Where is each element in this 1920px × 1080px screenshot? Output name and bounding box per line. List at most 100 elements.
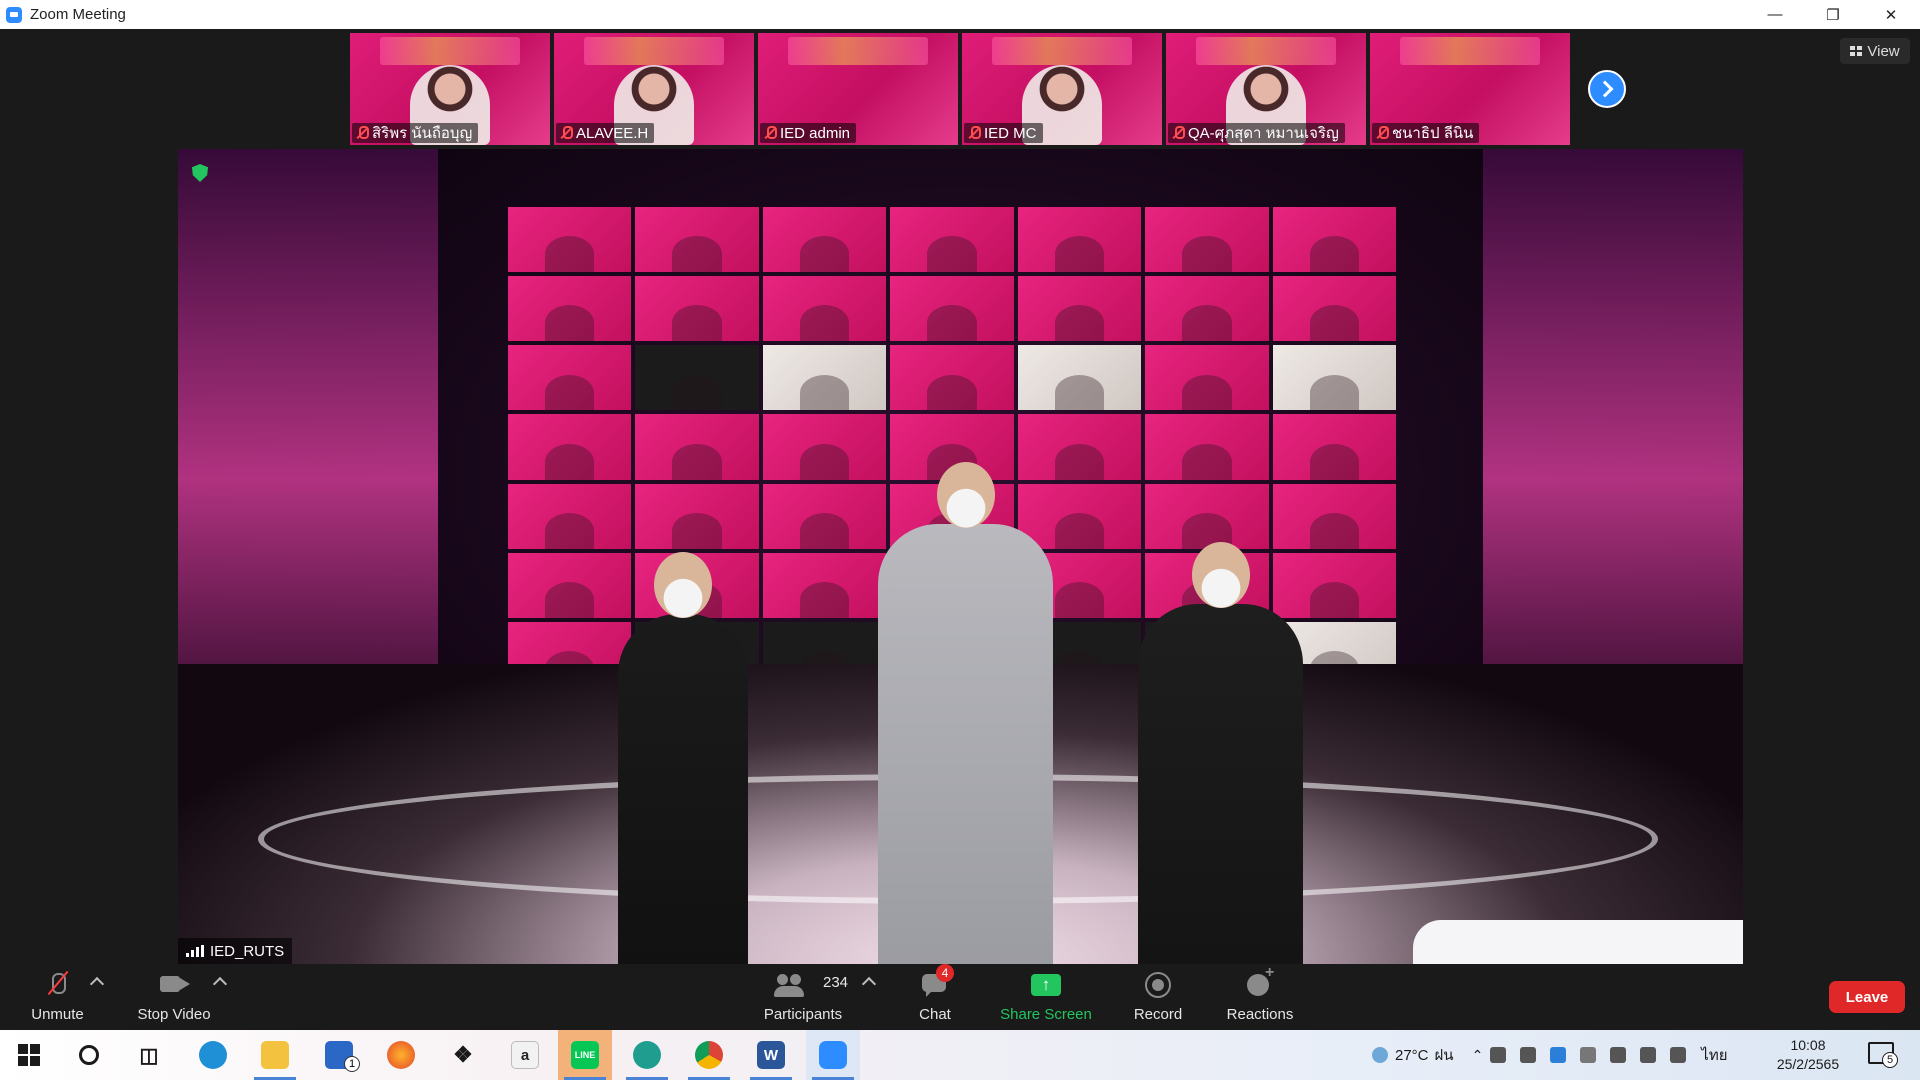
presenter-right	[1138, 542, 1303, 964]
video-wall-tile	[1145, 276, 1269, 342]
chat-icon: 4	[920, 964, 954, 1000]
participant-thumbnail[interactable]: IED admin	[758, 33, 958, 145]
reactions-icon	[1245, 964, 1275, 1000]
participants-button[interactable]: 234 Participants	[755, 964, 851, 1030]
system-clock[interactable]: 10:08 25/2/2565	[1770, 1036, 1846, 1074]
folder-icon	[261, 1041, 289, 1069]
video-wall-tile	[890, 276, 1014, 342]
input-language[interactable]: ไทย	[1701, 1043, 1727, 1067]
cloud-icon[interactable]	[1580, 1047, 1597, 1063]
line-icon: LINE	[571, 1041, 599, 1069]
stage-light-left	[178, 149, 438, 749]
show-hidden-icons-chevron-icon[interactable]: ⌃	[1472, 1047, 1484, 1064]
video-wall-tile	[1272, 483, 1396, 549]
mic-muted-icon	[356, 126, 369, 140]
wifi-icon[interactable]	[1640, 1047, 1657, 1063]
restore-button[interactable]: ❐	[1804, 0, 1862, 29]
zoom-app-icon	[6, 6, 22, 23]
event-banner	[1196, 37, 1336, 65]
taskbar-firefox[interactable]	[374, 1030, 428, 1080]
participant-thumbnail[interactable]: สิริพร นันถือบุญ	[350, 33, 550, 145]
video-camera-icon	[159, 970, 190, 1000]
event-banner	[380, 37, 520, 65]
signal-strength-icon	[186, 945, 204, 957]
edge-dev-icon	[633, 1041, 661, 1069]
video-wall-tile	[635, 414, 759, 480]
video-wall-tile	[762, 483, 887, 549]
weather-temperature[interactable]: 27°C	[1395, 1047, 1429, 1064]
leave-button[interactable]: Leave	[1829, 981, 1905, 1013]
taskbar-word[interactable]: W	[744, 1030, 798, 1080]
presenter-head	[654, 552, 712, 618]
view-label: View	[1867, 42, 1900, 60]
participant-thumbnail-strip: สิริพร นันถือบุญ ALAVEE.H IED admin IED …	[350, 33, 1570, 145]
notification-center-button[interactable]: 5	[1868, 1042, 1898, 1068]
next-page-button[interactable]	[1588, 70, 1626, 108]
notification-count-badge: 5	[1882, 1052, 1898, 1068]
video-wall-tile	[1145, 345, 1269, 411]
taskbar-amazon[interactable]: a	[498, 1030, 552, 1080]
participant-nameplate: IED admin	[760, 123, 857, 143]
participant-name: สิริพร นันถือบุญ	[372, 125, 473, 142]
taskbar-file-explorer[interactable]	[248, 1030, 302, 1080]
participant-nameplate: สิริพร นันถือบุญ	[352, 123, 479, 143]
presenter-left	[618, 552, 748, 964]
presenter-center	[878, 462, 1053, 964]
video-wall-tile	[1272, 552, 1396, 618]
taskbar-mail[interactable]: 1	[312, 1030, 366, 1080]
view-button[interactable]: View	[1840, 38, 1910, 64]
volume-icon[interactable]	[1670, 1047, 1687, 1063]
mic-muted-icon	[968, 126, 981, 140]
unmute-button[interactable]: Unmute	[20, 964, 95, 1030]
video-wall-tile	[1017, 414, 1142, 480]
system-tray: 27°C ฝน ⌃ ไทย	[1365, 1030, 1728, 1080]
chrome-icon	[695, 1041, 723, 1069]
event-banner	[788, 37, 928, 65]
video-wall-tile	[1272, 276, 1396, 342]
video-wall-tile	[762, 414, 887, 480]
search-button[interactable]	[62, 1030, 116, 1080]
participant-thumbnail[interactable]: IED MC	[962, 33, 1162, 145]
reactions-button[interactable]: Reactions	[1219, 964, 1301, 1030]
screen-capture-icon[interactable]	[1520, 1047, 1537, 1063]
participants-count: 234	[823, 974, 849, 991]
taskbar-edge[interactable]	[186, 1030, 240, 1080]
video-wall-tile	[635, 345, 759, 411]
participant-thumbnail[interactable]: ชนาธิป ลีนิน	[1370, 33, 1570, 145]
start-button[interactable]	[2, 1030, 56, 1080]
task-view-icon: ◫	[139, 1044, 159, 1067]
task-view-button[interactable]: ◫	[122, 1030, 176, 1080]
weather-description[interactable]: ฝน	[1435, 1043, 1454, 1067]
onedrive-icon[interactable]	[1550, 1047, 1567, 1063]
taskbar-dropbox[interactable]: ❖	[436, 1030, 490, 1080]
mic-muted-icon	[560, 126, 573, 140]
share-screen-button[interactable]: Share Screen	[995, 964, 1097, 1030]
active-speaker-video[interactable]	[178, 149, 1743, 964]
stop-video-button[interactable]: Stop Video	[128, 964, 220, 1030]
mic-muted-icon	[764, 126, 777, 140]
participants-options-caret[interactable]	[861, 976, 877, 992]
battery-icon[interactable]	[1610, 1047, 1627, 1063]
taskbar-line[interactable]: LINE	[558, 1030, 612, 1080]
video-wall-tile	[508, 276, 632, 342]
event-banner	[992, 37, 1132, 65]
microphone-icon[interactable]	[1490, 1047, 1507, 1063]
participant-name: ชนาธิป ลีนิน	[1392, 125, 1474, 142]
participant-name: QA-ศุภสุดา หมานเจริญ	[1188, 125, 1339, 142]
chat-button[interactable]: 4 Chat	[905, 964, 965, 1030]
minimize-button[interactable]: —	[1746, 0, 1804, 29]
video-wall-tile	[762, 345, 887, 411]
taskbar-chrome[interactable]	[682, 1030, 736, 1080]
clock-date: 25/2/2565	[1776, 1056, 1840, 1072]
video-wall-tile	[508, 414, 632, 480]
record-button[interactable]: Record	[1127, 964, 1189, 1030]
taskbar-edge-dev[interactable]	[620, 1030, 674, 1080]
windows-logo-icon	[18, 1044, 40, 1066]
unmute-label: Unmute	[31, 1006, 84, 1023]
participant-nameplate: IED MC	[964, 123, 1043, 143]
weather-rain-icon[interactable]	[1372, 1047, 1388, 1063]
participant-thumbnail[interactable]: ALAVEE.H	[554, 33, 754, 145]
close-button[interactable]: ✕	[1862, 0, 1920, 29]
participant-thumbnail[interactable]: QA-ศุภสุดา หมานเจริญ	[1166, 33, 1366, 145]
taskbar-zoom[interactable]	[806, 1030, 860, 1080]
